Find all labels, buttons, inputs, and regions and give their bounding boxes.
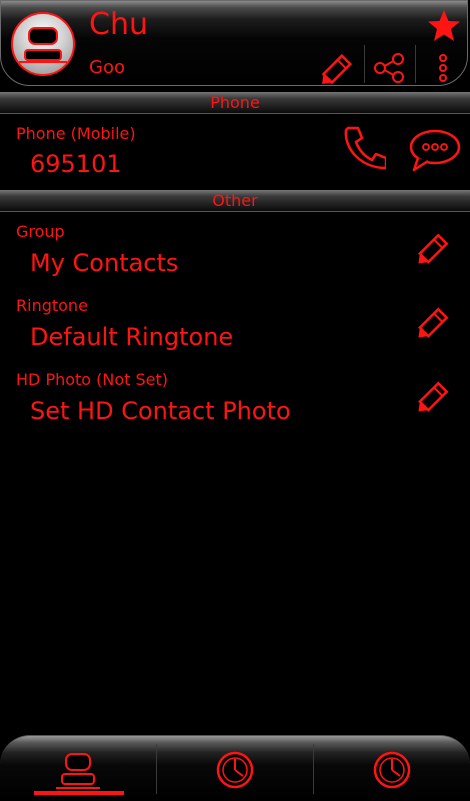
hd-photo-label: HD Photo (Not Set) [16,370,169,389]
star-icon[interactable] [426,9,462,43]
edit-ringtone-icon[interactable] [414,302,454,342]
person-icon [56,753,100,789]
hd-photo-value[interactable]: Set HD Contact Photo [30,397,291,425]
recent-calls-tab[interactable] [157,736,313,801]
section-header-phone: Phone [0,92,470,114]
group-value[interactable]: My Contacts [30,249,178,277]
contact-account: Goo [89,57,125,78]
clock-icon [216,751,254,789]
section-header-other: Other [0,190,470,212]
group-label: Group [16,222,65,241]
contact-name: Chu [89,7,148,42]
edit-group-icon[interactable] [414,228,454,268]
phone-call-icon[interactable] [342,124,386,172]
share-icon[interactable] [373,53,405,83]
phone-type-label: Phone (Mobile) [16,124,136,143]
ringtone-label: Ringtone [16,296,88,315]
message-bubble-icon[interactable] [408,128,462,174]
person-icon [19,27,67,63]
contact-header: Chu Goo [0,0,468,86]
call-history-tab[interactable] [314,736,470,801]
phone-number[interactable]: 695101 [30,150,122,178]
contact-avatar[interactable] [11,12,75,76]
edit-hd-photo-icon[interactable] [414,376,454,416]
header-separator [415,45,416,83]
clock-icon [373,751,411,789]
active-tab-indicator [34,791,124,795]
edit-icon[interactable] [319,49,359,85]
ringtone-value[interactable]: Default Ringtone [30,323,233,351]
header-separator [364,45,365,83]
more-vert-icon[interactable] [436,53,450,83]
